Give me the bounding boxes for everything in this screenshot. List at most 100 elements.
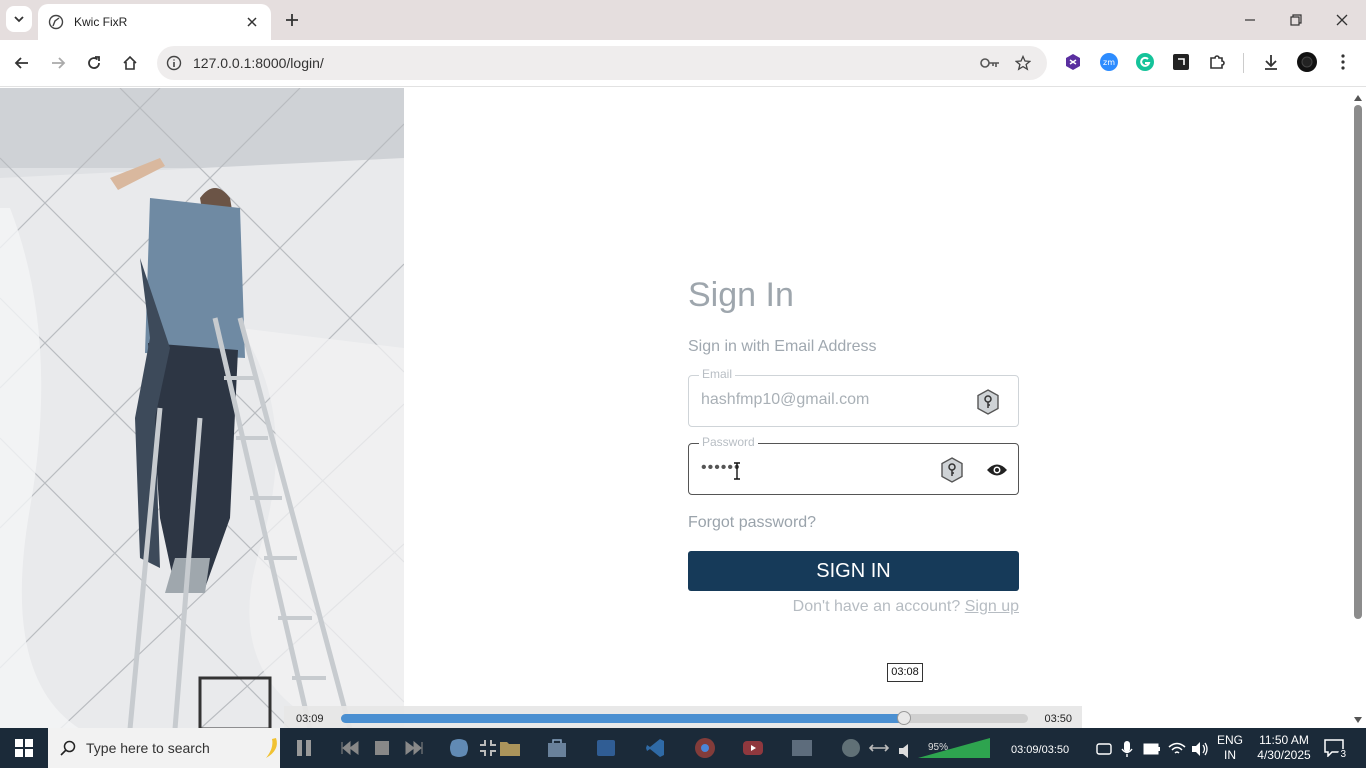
tab-active[interactable]: Kwic FixR: [38, 4, 271, 40]
close-icon[interactable]: [243, 13, 261, 31]
stop-icon[interactable]: [370, 736, 394, 760]
volume-tray-icon[interactable]: [1191, 740, 1209, 758]
seek-progress: [341, 714, 905, 723]
svg-text:zm: zm: [1103, 58, 1115, 67]
search-icon: [60, 740, 76, 756]
current-time: 03:09: [296, 713, 324, 725]
player-time-readout: 03:09/03:50: [1011, 744, 1070, 756]
app-circle-icon[interactable]: [839, 736, 863, 760]
url-text[interactable]: 127.0.0.1:8000/login/: [193, 55, 324, 71]
reload-icon: [88, 56, 100, 69]
tab-search-button[interactable]: [6, 6, 32, 32]
restore-button[interactable]: [1281, 6, 1311, 34]
lang-line1: ENG: [1217, 733, 1244, 747]
tab-strip: Kwic FixR: [0, 0, 1366, 40]
password-manager-key-icon[interactable]: [975, 389, 1001, 415]
skip-back-icon[interactable]: [338, 736, 362, 760]
start-button[interactable]: [0, 728, 48, 768]
reload-button[interactable]: [80, 49, 108, 77]
microphone-icon[interactable]: [1118, 740, 1136, 758]
battery-icon[interactable]: [1143, 740, 1161, 758]
download-icon[interactable]: [1260, 51, 1282, 73]
close-window-button[interactable]: [1327, 6, 1357, 34]
wifi-icon[interactable]: [1168, 740, 1186, 758]
copilot-icon[interactable]: [447, 736, 471, 760]
address-bar[interactable]: 127.0.0.1:8000/login/: [157, 46, 1047, 80]
text-cursor-icon: [733, 458, 741, 484]
star-icon[interactable]: [1013, 53, 1033, 73]
hero-photo: [0, 88, 404, 729]
password-manager-key-icon[interactable]: [939, 457, 965, 483]
forgot-password-link[interactable]: Forgot password?: [688, 514, 816, 532]
minimize-button[interactable]: [1235, 6, 1265, 34]
page-content: [0, 86, 1366, 729]
banana-icon: [266, 738, 277, 758]
clock-time: 11:50 AM: [1259, 733, 1309, 747]
home-button[interactable]: [116, 49, 144, 77]
scroll-thumb[interactable]: [1354, 105, 1362, 619]
signin-subtitle: Sign in with Email Address: [688, 338, 877, 355]
email-field[interactable]: Email hashfmp10@gmail.com: [688, 367, 1019, 427]
lang-line2: IN: [1224, 748, 1236, 762]
photos-icon[interactable]: [790, 736, 814, 760]
youtube-icon[interactable]: [741, 736, 765, 760]
page-scrollbar[interactable]: [1350, 89, 1366, 729]
password-field[interactable]: Password ••••••: [688, 435, 1019, 495]
password-label: Password: [699, 435, 758, 449]
email-label: Email: [699, 367, 736, 381]
arrow-right-icon: [52, 57, 66, 69]
plus-icon: [286, 14, 298, 26]
file-explorer-icon[interactable]: [498, 736, 522, 760]
search-placeholder: Type here to search: [86, 740, 210, 756]
extension-purple-icon[interactable]: [1062, 51, 1084, 73]
vscode-icon[interactable]: [643, 736, 667, 760]
eye-icon[interactable]: [984, 457, 1010, 483]
language-indicator[interactable]: ENG IN: [1217, 733, 1243, 763]
clock-date: 4/30/2025: [1257, 748, 1311, 762]
grammarly-icon[interactable]: [1134, 51, 1156, 73]
forward-button[interactable]: [44, 49, 72, 77]
outlook-icon[interactable]: [594, 736, 618, 760]
extension-dark-icon[interactable]: [1170, 51, 1192, 73]
puzzle-icon[interactable]: [1206, 51, 1228, 73]
taskbar-search[interactable]: Type here to search: [48, 728, 280, 768]
chevron-down-icon: [14, 16, 24, 23]
seek-track[interactable]: [341, 714, 1028, 723]
meet-now-icon[interactable]: [1095, 740, 1113, 758]
info-icon[interactable]: [165, 54, 183, 72]
signup-prompt: Don't have an account? Sign up: [688, 598, 1019, 616]
back-button[interactable]: [8, 49, 36, 77]
scroll-down-icon[interactable]: [1353, 715, 1363, 725]
arrow-left-icon: [14, 57, 28, 69]
zoom-extension-icon[interactable]: zm: [1098, 51, 1120, 73]
restore-icon: [1290, 14, 1302, 26]
toolbar-divider: [1243, 53, 1244, 73]
fullscreen-exit-icon[interactable]: [476, 736, 500, 760]
profile-avatar[interactable]: [1296, 51, 1318, 73]
chrome-icon[interactable]: [693, 736, 717, 760]
tab-title: Kwic FixR: [74, 15, 128, 29]
password-key-icon[interactable]: [980, 53, 1000, 73]
ellipsis-arrows-icon[interactable]: [867, 736, 891, 760]
clock[interactable]: 11:50 AM 4/30/2025: [1254, 733, 1314, 763]
signup-link[interactable]: Sign up: [965, 598, 1019, 615]
browser-toolbar: 127.0.0.1:8000/login/ zm: [0, 40, 1366, 86]
minimize-icon: [1245, 19, 1255, 21]
new-tab-button[interactable]: [280, 8, 304, 32]
scroll-up-icon[interactable]: [1353, 93, 1363, 103]
email-value[interactable]: hashfmp10@gmail.com: [701, 391, 869, 409]
signin-button[interactable]: SIGN IN: [688, 551, 1019, 591]
store-icon[interactable]: [545, 736, 569, 760]
notification-center[interactable]: 3: [1322, 738, 1348, 760]
volume-percent: 95%: [928, 742, 949, 753]
windows-taskbar: Type here to search 95% 03:09/03:50 ENG …: [0, 728, 1366, 768]
windows-icon: [15, 739, 33, 757]
pause-icon[interactable]: [292, 736, 316, 760]
speaker-icon[interactable]: [894, 739, 918, 763]
menu-kebab-icon[interactable]: [1332, 51, 1354, 73]
globe-icon: [48, 14, 64, 30]
duration-time: 03:50: [1044, 713, 1072, 725]
no-account-text: Don't have an account?: [792, 598, 961, 615]
seek-time-tooltip: 03:08: [887, 663, 923, 682]
skip-forward-icon[interactable]: [402, 736, 426, 760]
